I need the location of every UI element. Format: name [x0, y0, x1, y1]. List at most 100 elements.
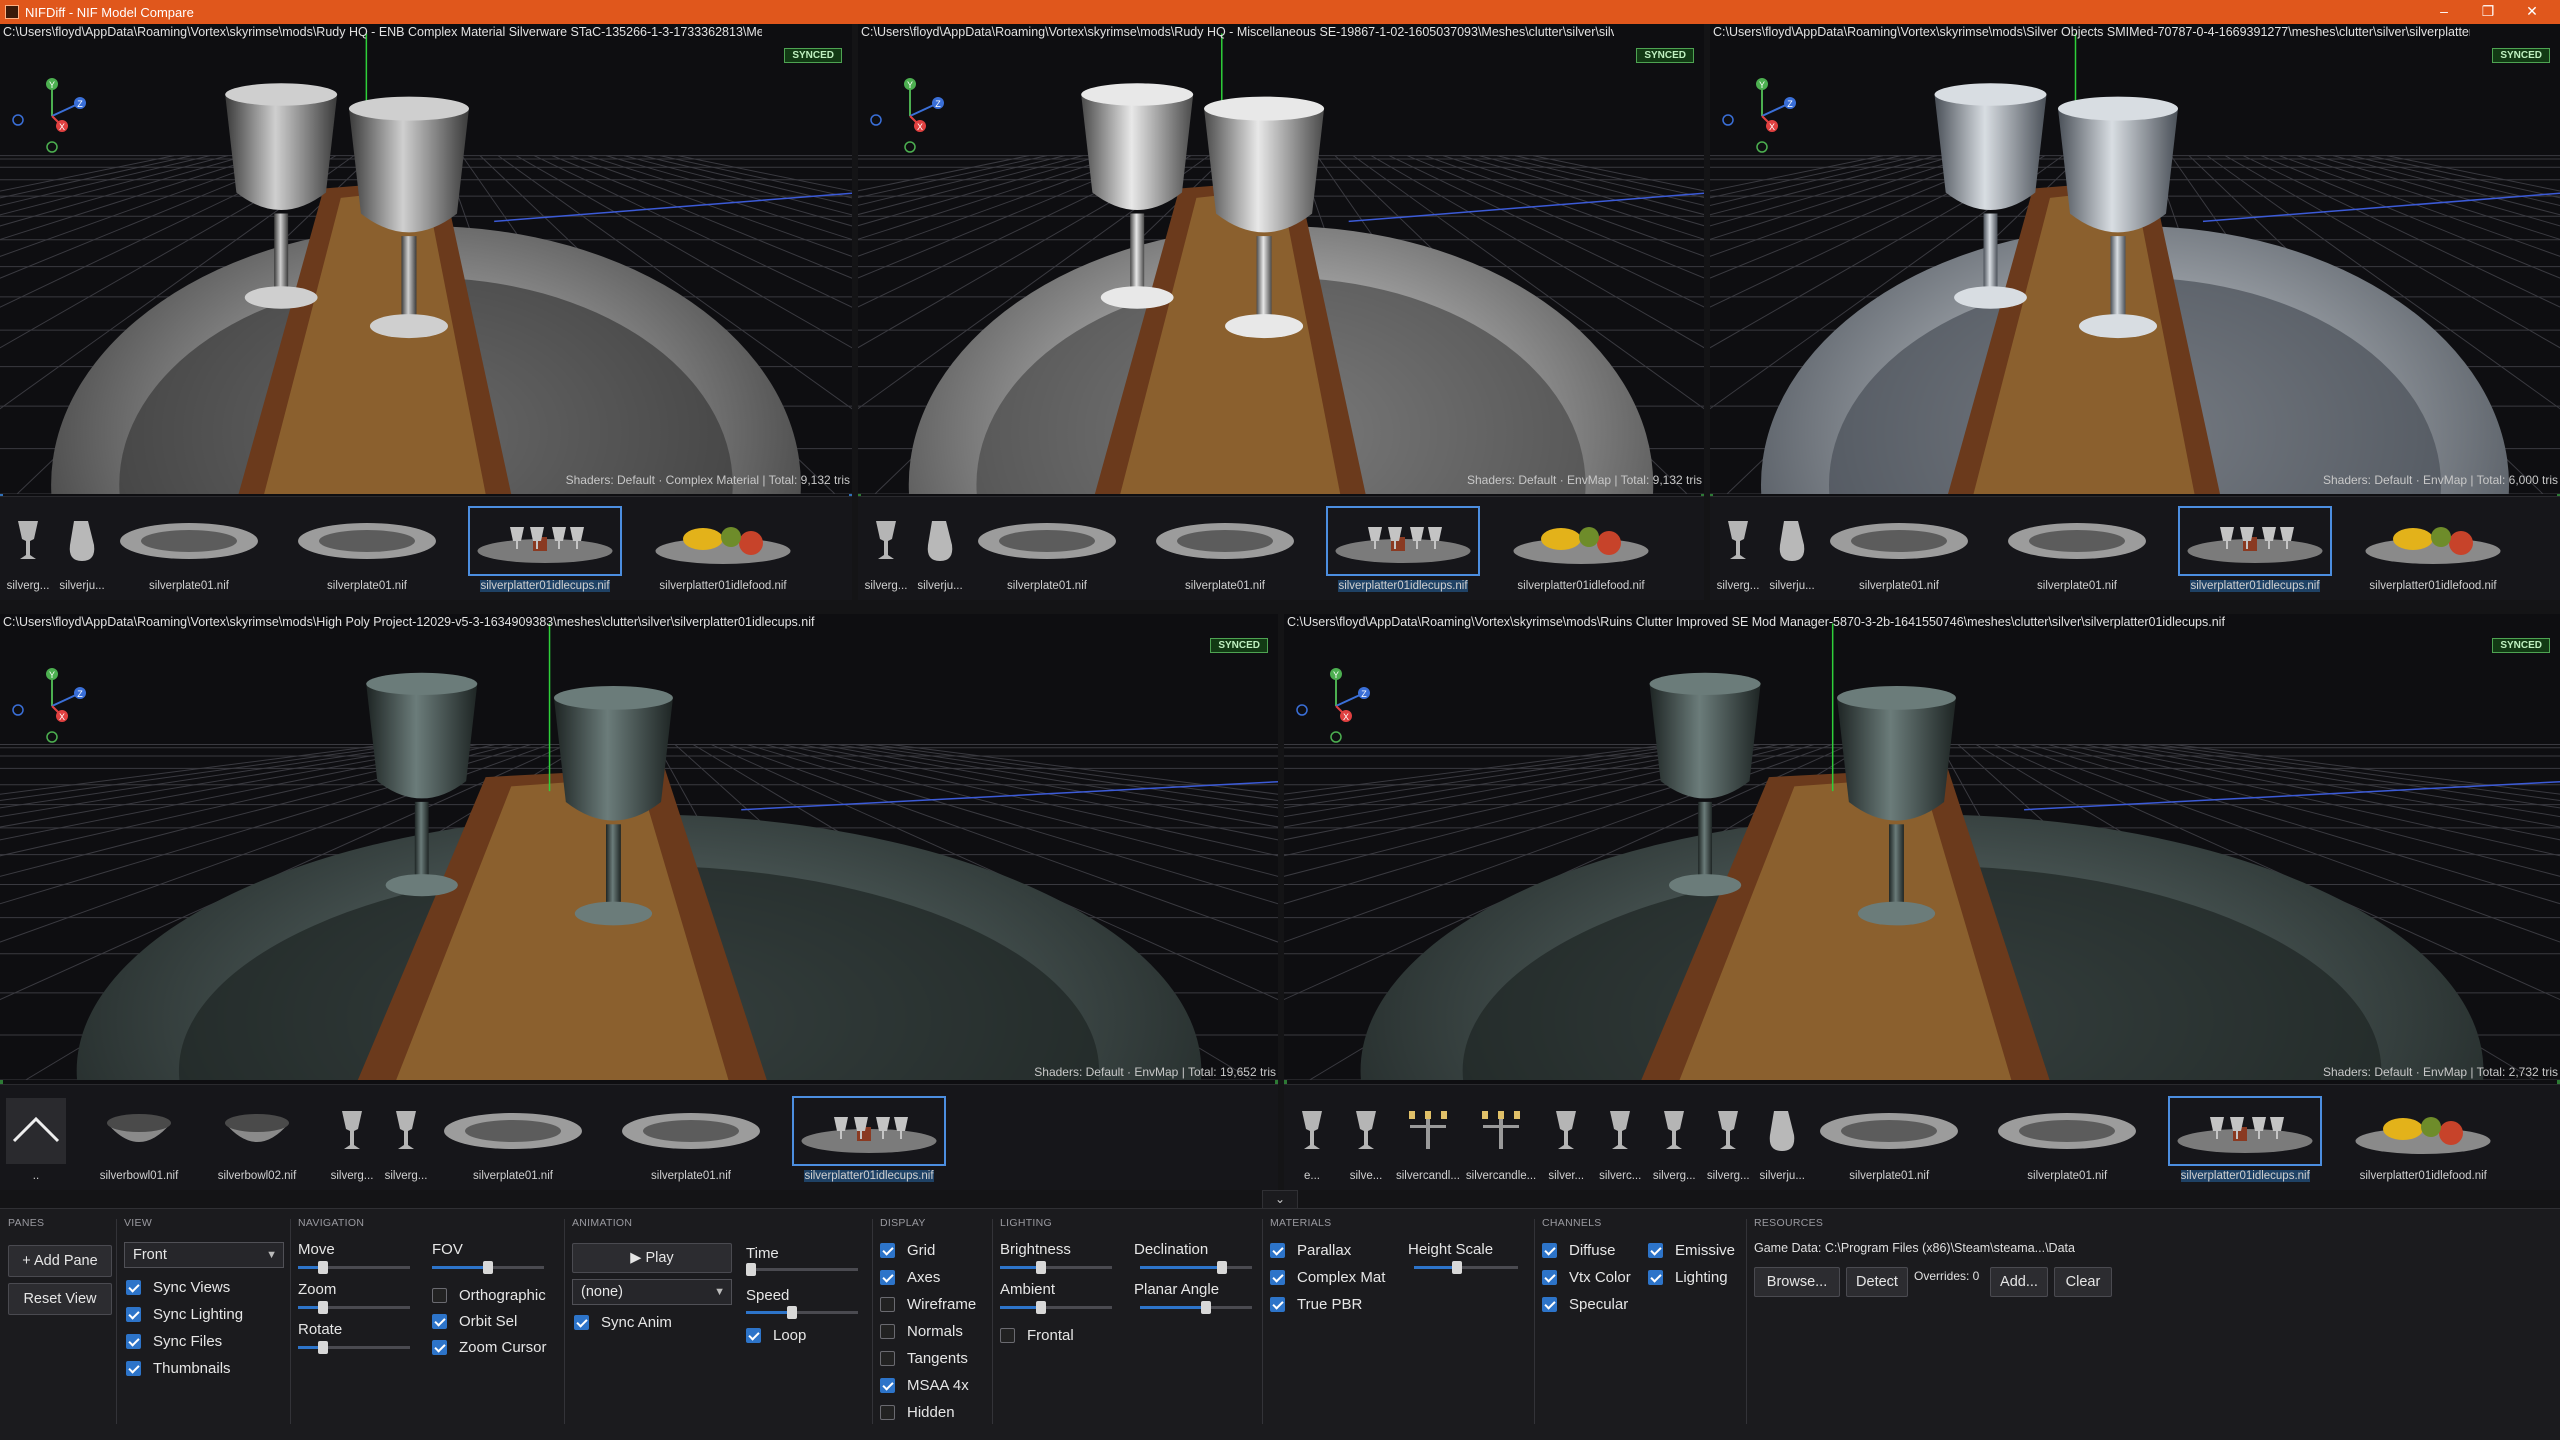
thumbnail-item[interactable]: silverg...	[328, 1085, 376, 1184]
axis-gizmo-icon[interactable]: Y Z X	[1290, 660, 1370, 750]
time-slider[interactable]	[746, 1263, 858, 1276]
thumbnail-item[interactable]: silverplatter01idlecups.nif	[1326, 497, 1480, 594]
3d-viewport[interactable]	[1284, 614, 2560, 1080]
thumbnail-item[interactable]: ..	[4, 1085, 68, 1184]
sync-anim-checkbox[interactable]: Sync Anim	[574, 1314, 672, 1331]
add-resource-button[interactable]: Add...	[1990, 1267, 2048, 1297]
thumbnail-item[interactable]: silverg...	[1704, 1085, 1752, 1184]
viewport-pane-4[interactable]: C:\Users\floyd\AppData\Roaming\Vortex\sk…	[0, 614, 1278, 1190]
thumbnail-item[interactable]: silverju...	[1758, 1085, 1806, 1184]
sync-views-checkbox[interactable]: Sync Views	[126, 1279, 230, 1296]
view-preset-select[interactable]: Front ▼	[124, 1242, 284, 1268]
add-pane-button[interactable]: + Add Pane	[8, 1245, 112, 1277]
thumbnail-item[interactable]: silverplate01.nif	[1990, 1085, 2144, 1184]
orbit-sel-checkbox[interactable]: Orbit Sel	[432, 1313, 517, 1330]
viewport-pane-1[interactable]: C:\Users\floyd\AppData\Roaming\Vortex\sk…	[0, 24, 852, 600]
diffuse-checkbox[interactable]: Diffuse	[1542, 1242, 1615, 1259]
thumbnail-item[interactable]: silverg...	[862, 497, 910, 594]
thumbnail-item[interactable]: silverc...	[1596, 1085, 1644, 1184]
complex-mat-checkbox[interactable]: Complex Mat	[1270, 1269, 1385, 1286]
display-wireframe-checkbox[interactable]: Wireframe	[880, 1296, 976, 1313]
detect-button[interactable]: Detect	[1846, 1267, 1908, 1297]
thumbnail-item[interactable]: silverplate01.nif	[436, 1085, 590, 1184]
display-normals-checkbox[interactable]: Normals	[880, 1323, 963, 1340]
sync-lighting-checkbox[interactable]: Sync Lighting	[126, 1306, 243, 1323]
thumbnail-item[interactable]: silverplatter01idlefood.nif	[646, 497, 800, 594]
thumbnail-item[interactable]: silverju...	[58, 497, 106, 594]
viewport-pane-5[interactable]: C:\Users\floyd\AppData\Roaming\Vortex\sk…	[1284, 614, 2560, 1190]
loop-checkbox[interactable]: Loop	[746, 1327, 806, 1344]
3d-viewport[interactable]	[1710, 24, 2560, 494]
thumbnail-item[interactable]: silverg...	[4, 497, 52, 594]
thumbnail-item[interactable]: silverju...	[1768, 497, 1816, 594]
planar-angle-slider[interactable]	[1140, 1301, 1252, 1314]
3d-viewport[interactable]	[0, 24, 852, 494]
vtx-color-checkbox[interactable]: Vtx Color	[1542, 1269, 1631, 1286]
thumbnail-item[interactable]: silverg...	[1650, 1085, 1698, 1184]
minimize-button[interactable]: –	[2422, 0, 2466, 24]
zoom-slider[interactable]	[298, 1301, 410, 1314]
viewport-pane-3[interactable]: C:\Users\floyd\AppData\Roaming\Vortex\sk…	[1710, 24, 2560, 600]
thumbnail-item[interactable]: silverbowl01.nif	[92, 1085, 186, 1184]
thumbnail-item[interactable]: silverbowl02.nif	[210, 1085, 304, 1184]
zoom-cursor-checkbox[interactable]: Zoom Cursor	[432, 1339, 547, 1356]
axis-gizmo-icon[interactable]: Y Z X	[1716, 70, 1796, 160]
fov-slider[interactable]	[432, 1261, 544, 1274]
thumbnail-item[interactable]: silverg...	[1714, 497, 1762, 594]
maximize-button[interactable]: ❐	[2466, 0, 2510, 24]
axis-gizmo-icon[interactable]: Y Z X	[864, 70, 944, 160]
thumbnail-item[interactable]: silverplatter01idlecups.nif	[468, 497, 622, 594]
play-button[interactable]: ▶ Play	[572, 1243, 732, 1273]
display-hidden-checkbox[interactable]: Hidden	[880, 1404, 955, 1421]
thumbnail-item[interactable]: silverplatter01idlefood.nif	[2356, 497, 2510, 594]
orthographic-checkbox[interactable]: Orthographic	[432, 1287, 546, 1304]
thumbnail-item[interactable]: silverplate01.nif	[290, 497, 444, 594]
ambient-slider[interactable]	[1000, 1301, 1112, 1314]
collapse-panel-button[interactable]: ⌄	[1262, 1190, 1298, 1208]
thumbnail-item[interactable]: silverplate01.nif	[112, 497, 266, 594]
declination-slider[interactable]	[1140, 1261, 1252, 1274]
true-pbr-checkbox[interactable]: True PBR	[1270, 1296, 1362, 1313]
browse-button[interactable]: Browse...	[1754, 1267, 1840, 1297]
thumbnails-checkbox[interactable]: Thumbnails	[126, 1360, 231, 1377]
thumbnail-item[interactable]: silvercandle...	[1466, 1085, 1536, 1184]
rotate-slider[interactable]	[298, 1341, 410, 1354]
sync-files-checkbox[interactable]: Sync Files	[126, 1333, 222, 1350]
thumbnail-item[interactable]: silverplate01.nif	[614, 1085, 768, 1184]
axis-gizmo-icon[interactable]: Y Z X	[6, 660, 86, 750]
thumbnail-item[interactable]: silverplatter01idlecups.nif	[2168, 1085, 2323, 1184]
thumbnail-item[interactable]: silver...	[1542, 1085, 1590, 1184]
lighting-checkbox[interactable]: Lighting	[1648, 1269, 1728, 1286]
display-axes-checkbox[interactable]: Axes	[880, 1269, 940, 1286]
move-slider[interactable]	[298, 1261, 410, 1274]
viewport-pane-2[interactable]: C:\Users\floyd\AppData\Roaming\Vortex\sk…	[858, 24, 1704, 600]
thumbnail-item[interactable]: silverplate01.nif	[2000, 497, 2154, 594]
frontal-checkbox[interactable]: Frontal	[1000, 1327, 1074, 1344]
thumbnail-item[interactable]: silverplatter01idlefood.nif	[2346, 1085, 2500, 1184]
speed-slider[interactable]	[746, 1306, 858, 1319]
thumbnail-item[interactable]: silverplate01.nif	[1812, 1085, 1966, 1184]
thumbnail-item[interactable]: silverplatter01idlefood.nif	[1504, 497, 1658, 594]
thumbnail-item[interactable]: silvercandl...	[1396, 1085, 1460, 1184]
thumbnail-item[interactable]: e...	[1288, 1085, 1336, 1184]
close-button[interactable]: ✕	[2510, 0, 2554, 24]
thumbnail-item[interactable]: silverju...	[916, 497, 964, 594]
height-scale-slider[interactable]	[1414, 1261, 1518, 1274]
axis-gizmo-icon[interactable]: Y Z X	[6, 70, 86, 160]
thumbnail-item[interactable]: silverplate01.nif	[970, 497, 1124, 594]
clear-resources-button[interactable]: Clear	[2054, 1267, 2112, 1297]
animation-select[interactable]: (none) ▼	[572, 1279, 732, 1305]
reset-view-button[interactable]: Reset View	[8, 1283, 112, 1315]
thumbnail-item[interactable]: silverplatter01idlecups.nif	[792, 1085, 946, 1184]
display-grid-checkbox[interactable]: Grid	[880, 1242, 935, 1259]
brightness-slider[interactable]	[1000, 1261, 1112, 1274]
specular-checkbox[interactable]: Specular	[1542, 1296, 1628, 1313]
thumbnail-item[interactable]: silverg...	[382, 1085, 430, 1184]
emissive-checkbox[interactable]: Emissive	[1648, 1242, 1735, 1259]
display-msaa-4x-checkbox[interactable]: MSAA 4x	[880, 1377, 969, 1394]
thumbnail-item[interactable]: silverplate01.nif	[1822, 497, 1976, 594]
3d-viewport[interactable]	[0, 614, 1278, 1080]
display-tangents-checkbox[interactable]: Tangents	[880, 1350, 968, 1367]
thumbnail-item[interactable]: silverplate01.nif	[1148, 497, 1302, 594]
thumbnail-item[interactable]: silve...	[1342, 1085, 1390, 1184]
